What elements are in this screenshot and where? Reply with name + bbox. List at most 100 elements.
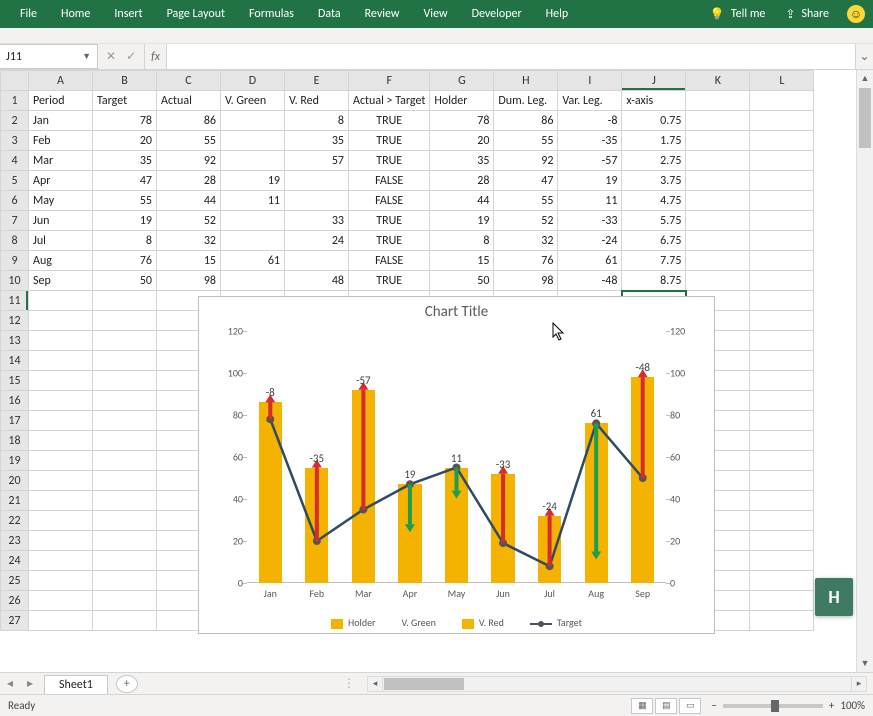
cell-L15[interactable]	[750, 371, 814, 391]
cell-A14[interactable]	[29, 351, 93, 371]
embedded-chart[interactable]: Chart Title Holder V. Green V. Red Targe…	[198, 296, 715, 634]
cell-I1[interactable]: Var. Leg.	[558, 91, 622, 111]
cell-J3[interactable]: 1.75	[622, 131, 686, 151]
vertical-scrollbar[interactable]: ▲ ▼	[856, 70, 873, 672]
view-page-break-icon[interactable]: ▭	[679, 698, 701, 714]
cell-K4[interactable]	[686, 151, 750, 171]
cell-B23[interactable]	[93, 531, 157, 551]
tell-me[interactable]: 💡 Tell me	[700, 7, 775, 22]
zoom-slider[interactable]	[723, 704, 823, 708]
cell-G4[interactable]: 35	[430, 151, 494, 171]
cell-L4[interactable]	[750, 151, 814, 171]
ribbon-tab-review[interactable]: Review	[353, 0, 412, 28]
cell-F7[interactable]: TRUE	[349, 211, 430, 231]
cell-K3[interactable]	[686, 131, 750, 151]
cell-I9[interactable]: 61	[558, 251, 622, 271]
cell-A15[interactable]	[29, 371, 93, 391]
cell-I8[interactable]: -24	[558, 231, 622, 251]
cell-L19[interactable]	[750, 451, 814, 471]
cell-E6[interactable]	[285, 191, 349, 211]
cell-H8[interactable]: 32	[494, 231, 558, 251]
cell-J6[interactable]: 4.75	[622, 191, 686, 211]
cell-L26[interactable]	[750, 591, 814, 611]
cell-L9[interactable]	[750, 251, 814, 271]
chevron-down-icon[interactable]: ▼	[82, 51, 91, 62]
cell-A10[interactable]: Sep	[29, 271, 93, 291]
cell-I5[interactable]: 19	[558, 171, 622, 191]
cell-G8[interactable]: 8	[430, 231, 494, 251]
cell-C7[interactable]: 52	[157, 211, 221, 231]
cell-B7[interactable]: 19	[93, 211, 157, 231]
cell-A27[interactable]	[29, 611, 93, 631]
cell-B5[interactable]: 47	[93, 171, 157, 191]
cell-A3[interactable]: Feb	[29, 131, 93, 151]
row-header-1[interactable]: 1	[1, 91, 29, 111]
cell-F4[interactable]: TRUE	[349, 151, 430, 171]
cell-G7[interactable]: 19	[430, 211, 494, 231]
cell-L5[interactable]	[750, 171, 814, 191]
cell-D10[interactable]	[221, 271, 285, 291]
row-header-15[interactable]: 15	[1, 371, 29, 391]
cell-A18[interactable]	[29, 431, 93, 451]
ribbon-tab-file[interactable]: File	[8, 0, 49, 28]
cell-C5[interactable]: 28	[157, 171, 221, 191]
cell-A23[interactable]	[29, 531, 93, 551]
cell-D2[interactable]	[221, 111, 285, 131]
row-header-10[interactable]: 10	[1, 271, 29, 291]
cell-B25[interactable]	[93, 571, 157, 591]
cell-J8[interactable]: 6.75	[622, 231, 686, 251]
cell-H3[interactable]: 55	[494, 131, 558, 151]
ribbon-tab-help[interactable]: Help	[534, 0, 581, 28]
cell-E1[interactable]: V. Red	[285, 91, 349, 111]
cell-G6[interactable]: 44	[430, 191, 494, 211]
row-header-2[interactable]: 2	[1, 111, 29, 131]
row-header-27[interactable]: 27	[1, 611, 29, 631]
cell-K5[interactable]	[686, 171, 750, 191]
cell-J5[interactable]: 3.75	[622, 171, 686, 191]
view-page-layout-icon[interactable]: ▤	[655, 698, 677, 714]
cell-F1[interactable]: Actual > Target	[349, 91, 430, 111]
horizontal-scrollbar[interactable]: ◂ ▸	[367, 676, 867, 692]
cell-L3[interactable]	[750, 131, 814, 151]
scroll-up-icon[interactable]: ▲	[857, 70, 873, 87]
cell-A21[interactable]	[29, 491, 93, 511]
ribbon-tab-insert[interactable]: Insert	[102, 0, 154, 28]
cell-L13[interactable]	[750, 331, 814, 351]
cell-A2[interactable]: Jan	[29, 111, 93, 131]
cell-A20[interactable]	[29, 471, 93, 491]
cell-I3[interactable]: -35	[558, 131, 622, 151]
cell-J9[interactable]: 7.75	[622, 251, 686, 271]
zoom-in-icon[interactable]: +	[829, 699, 834, 712]
cell-H2[interactable]: 86	[494, 111, 558, 131]
row-header-24[interactable]: 24	[1, 551, 29, 571]
cell-B3[interactable]: 20	[93, 131, 157, 151]
cell-L8[interactable]	[750, 231, 814, 251]
col-header-E[interactable]: E	[285, 71, 349, 91]
row-header-6[interactable]: 6	[1, 191, 29, 211]
col-header-C[interactable]: C	[157, 71, 221, 91]
cell-A22[interactable]	[29, 511, 93, 531]
cell-L14[interactable]	[750, 351, 814, 371]
worksheet-grid[interactable]: ABCDEFGHIJKL1PeriodTargetActualV. GreenV…	[0, 70, 873, 672]
ribbon-tab-data[interactable]: Data	[306, 0, 353, 28]
cell-F2[interactable]: TRUE	[349, 111, 430, 131]
cancel-icon[interactable]: ✕	[106, 49, 116, 64]
formula-input[interactable]	[167, 44, 855, 69]
cell-B21[interactable]	[93, 491, 157, 511]
row-header-5[interactable]: 5	[1, 171, 29, 191]
cell-C4[interactable]: 92	[157, 151, 221, 171]
cell-E8[interactable]: 24	[285, 231, 349, 251]
zoom-level[interactable]: 100%	[840, 699, 865, 712]
row-header-13[interactable]: 13	[1, 331, 29, 351]
cell-B17[interactable]	[93, 411, 157, 431]
cell-D1[interactable]: V. Green	[221, 91, 285, 111]
cell-J7[interactable]: 5.75	[622, 211, 686, 231]
cell-B27[interactable]	[93, 611, 157, 631]
cell-A26[interactable]	[29, 591, 93, 611]
ribbon-tab-view[interactable]: View	[412, 0, 460, 28]
cell-E4[interactable]: 57	[285, 151, 349, 171]
cell-C6[interactable]: 44	[157, 191, 221, 211]
cell-B26[interactable]	[93, 591, 157, 611]
row-header-21[interactable]: 21	[1, 491, 29, 511]
cell-A6[interactable]: May	[29, 191, 93, 211]
